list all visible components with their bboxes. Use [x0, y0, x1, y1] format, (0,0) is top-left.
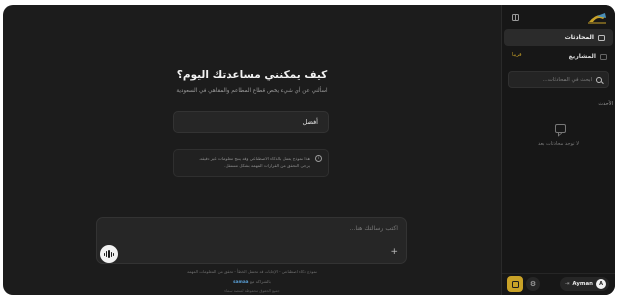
suggestion-card[interactable]: أفضل	[173, 111, 329, 133]
voice-icon[interactable]	[100, 245, 118, 263]
footer-powered-prefix: بالشراكة مع	[249, 279, 271, 284]
main-panel: كيف يمكنني مساعدتك اليوم؟ اسألني عن أي ش…	[3, 5, 501, 295]
footer-disclaimer: نموذج ذكاء اصطناعي - الإجابات قد تحتمل ا…	[187, 269, 317, 274]
ai-disclaimer-notice: i هذا نموذج يعمل بالذكاء الاصطناعي وقد ي…	[173, 149, 329, 177]
avatar: A	[596, 279, 606, 289]
new-chat-icon	[511, 280, 519, 288]
collapse-sidebar-icon[interactable]	[512, 14, 519, 21]
message-composer[interactable]: اكتب رسالتك هنا... +	[96, 217, 407, 264]
sidebar-item-label: المشاريع	[568, 53, 596, 60]
app-window: كيف يمكنني مساعدتك اليوم؟ اسألني عن أي ش…	[3, 5, 615, 295]
folder-icon	[600, 53, 607, 60]
search-icon	[596, 76, 602, 83]
message-input[interactable]: اكتب رسالتك هنا...	[350, 225, 398, 232]
sidebar-header	[508, 11, 609, 25]
sidebar-footer: A Ayman ⇥ ⚙	[502, 273, 615, 295]
notice-line-2: يرجى التحقق من القرارات المهمة بشكل مستق…	[224, 163, 310, 168]
section-title: الأحدث	[598, 101, 613, 107]
footer-copyright: جميع الحقوق محفوظة لمنصة سماء	[224, 288, 280, 293]
footer-powered-by: samaa بالشراكة مع	[3, 279, 501, 284]
page-title: كيف يمكنني مساعدتك اليوم؟	[176, 69, 328, 81]
user-name: Ayman	[572, 281, 593, 287]
logo-icon	[588, 13, 606, 24]
user-menu[interactable]: A Ayman ⇥	[559, 277, 609, 291]
search-input[interactable]: ابحث في المحادثات...	[508, 71, 609, 88]
sidebar-item-label: المحادثات	[564, 34, 594, 41]
gear-icon[interactable]: ⚙	[526, 277, 540, 291]
logout-icon[interactable]: ⇥	[565, 281, 570, 287]
empty-chat-icon	[555, 124, 566, 133]
notice-line-1: هذا نموذج يعمل بالذكاء الاصطناعي وقد ينت…	[198, 156, 310, 161]
empty-state-text: لا توجد محادثات بعد	[537, 141, 579, 147]
chat-icon	[598, 34, 605, 41]
footer-brand[interactable]: samaa	[233, 279, 248, 284]
info-icon: i	[315, 155, 322, 162]
new-chat-button[interactable]	[507, 276, 523, 292]
search-placeholder: ابحث في المحادثات...	[542, 76, 592, 83]
plus-icon[interactable]: +	[390, 248, 398, 257]
sidebar: المحادثات المشاريع قريبا ابحث في المحادث…	[501, 5, 615, 295]
suggestion-label: أفضل	[302, 118, 318, 126]
page-subtitle: اسألني عن أي شيء يخص قطاع المطاعم والمقا…	[176, 88, 328, 94]
soon-badge: قريبا	[512, 52, 522, 58]
notice-text: هذا نموذج يعمل بالذكاء الاصطناعي وقد ينت…	[199, 155, 310, 169]
sidebar-item-conversations[interactable]: المحادثات	[504, 29, 613, 46]
